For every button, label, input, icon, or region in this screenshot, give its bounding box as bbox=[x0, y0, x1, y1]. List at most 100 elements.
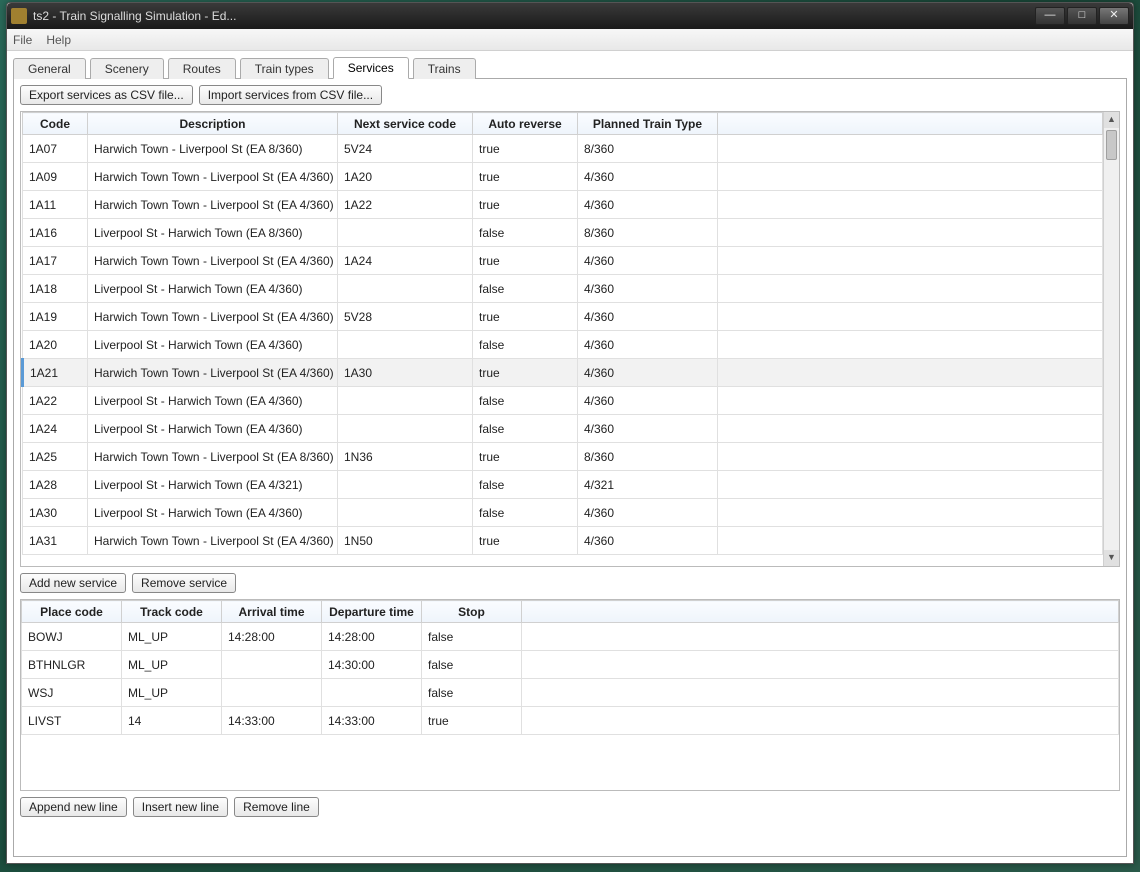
scroll-up-icon[interactable]: ▲ bbox=[1104, 112, 1119, 128]
cell-code[interactable]: 1A20 bbox=[23, 331, 88, 359]
cell-desc[interactable]: Liverpool St - Harwich Town (EA 4/321) bbox=[88, 471, 338, 499]
import-csv-button[interactable]: Import services from CSV file... bbox=[199, 85, 382, 105]
cell-auto[interactable]: true bbox=[473, 443, 578, 471]
cell-type[interactable]: 4/360 bbox=[578, 163, 718, 191]
table-row[interactable]: LIVST1414:33:0014:33:00true bbox=[22, 707, 1119, 735]
cell-stop[interactable]: true bbox=[422, 707, 522, 735]
cell-desc[interactable]: Harwich Town - Liverpool St (EA 8/360) bbox=[88, 135, 338, 163]
col-track-code[interactable]: Track code bbox=[122, 601, 222, 623]
cell-next[interactable]: 5V24 bbox=[338, 135, 473, 163]
cell-code[interactable]: 1A17 bbox=[23, 247, 88, 275]
cell-code[interactable]: 1A11 bbox=[23, 191, 88, 219]
cell-auto[interactable]: true bbox=[473, 303, 578, 331]
cell-auto[interactable]: true bbox=[473, 359, 578, 387]
cell-track[interactable]: ML_UP bbox=[122, 679, 222, 707]
cell-dep[interactable]: 14:30:00 bbox=[322, 651, 422, 679]
cell-desc[interactable]: Liverpool St - Harwich Town (EA 8/360) bbox=[88, 219, 338, 247]
menu-file[interactable]: File bbox=[13, 33, 32, 47]
cell-next[interactable]: 1A22 bbox=[338, 191, 473, 219]
cell-type[interactable]: 4/360 bbox=[578, 303, 718, 331]
col-auto-reverse[interactable]: Auto reverse bbox=[473, 113, 578, 135]
cell-stop[interactable]: false bbox=[422, 679, 522, 707]
table-row[interactable]: 1A24Liverpool St - Harwich Town (EA 4/36… bbox=[23, 415, 1103, 443]
cell-arr[interactable] bbox=[222, 651, 322, 679]
cell-next[interactable]: 1A20 bbox=[338, 163, 473, 191]
cell-code[interactable]: 1A22 bbox=[23, 387, 88, 415]
col-code[interactable]: Code bbox=[23, 113, 88, 135]
cell-place[interactable]: BTHNLGR bbox=[22, 651, 122, 679]
cell-code[interactable]: 1A19 bbox=[23, 303, 88, 331]
cell-code[interactable]: 1A30 bbox=[23, 499, 88, 527]
cell-next[interactable]: 1N36 bbox=[338, 443, 473, 471]
tab-train-types[interactable]: Train types bbox=[240, 58, 329, 79]
tab-routes[interactable]: Routes bbox=[168, 58, 236, 79]
cell-auto[interactable]: true bbox=[473, 163, 578, 191]
cell-desc[interactable]: Harwich Town Town - Liverpool St (EA 8/3… bbox=[88, 443, 338, 471]
add-service-button[interactable]: Add new service bbox=[20, 573, 126, 593]
table-row[interactable]: BTHNLGRML_UP14:30:00false bbox=[22, 651, 1119, 679]
cell-next[interactable] bbox=[338, 415, 473, 443]
cell-desc[interactable]: Liverpool St - Harwich Town (EA 4/360) bbox=[88, 275, 338, 303]
cell-desc[interactable]: Liverpool St - Harwich Town (EA 4/360) bbox=[88, 387, 338, 415]
cell-next[interactable] bbox=[338, 471, 473, 499]
cell-desc[interactable]: Harwich Town Town - Liverpool St (EA 4/3… bbox=[88, 359, 338, 387]
table-row[interactable]: 1A31Harwich Town Town - Liverpool St (EA… bbox=[23, 527, 1103, 555]
cell-type[interactable]: 8/360 bbox=[578, 135, 718, 163]
cell-code[interactable]: 1A31 bbox=[23, 527, 88, 555]
table-row[interactable]: 1A21Harwich Town Town - Liverpool St (EA… bbox=[23, 359, 1103, 387]
cell-auto[interactable]: true bbox=[473, 135, 578, 163]
cell-code[interactable]: 1A09 bbox=[23, 163, 88, 191]
cell-next[interactable]: 1A30 bbox=[338, 359, 473, 387]
cell-auto[interactable]: false bbox=[473, 471, 578, 499]
cell-type[interactable]: 4/360 bbox=[578, 275, 718, 303]
cell-auto[interactable]: false bbox=[473, 415, 578, 443]
cell-desc[interactable]: Liverpool St - Harwich Town (EA 4/360) bbox=[88, 415, 338, 443]
table-row[interactable]: 1A25Harwich Town Town - Liverpool St (EA… bbox=[23, 443, 1103, 471]
cell-code[interactable]: 1A28 bbox=[23, 471, 88, 499]
col-departure-time[interactable]: Departure time bbox=[322, 601, 422, 623]
cell-code[interactable]: 1A07 bbox=[23, 135, 88, 163]
col-arrival-time[interactable]: Arrival time bbox=[222, 601, 322, 623]
cell-track[interactable]: ML_UP bbox=[122, 623, 222, 651]
cell-type[interactable]: 4/360 bbox=[578, 331, 718, 359]
export-csv-button[interactable]: Export services as CSV file... bbox=[20, 85, 193, 105]
col-description[interactable]: Description bbox=[88, 113, 338, 135]
scroll-down-icon[interactable]: ▼ bbox=[1104, 550, 1119, 566]
cell-next[interactable] bbox=[338, 219, 473, 247]
cell-desc[interactable]: Harwich Town Town - Liverpool St (EA 4/3… bbox=[88, 527, 338, 555]
cell-desc[interactable]: Harwich Town Town - Liverpool St (EA 4/3… bbox=[88, 191, 338, 219]
cell-code[interactable]: 1A18 bbox=[23, 275, 88, 303]
cell-track[interactable]: 14 bbox=[122, 707, 222, 735]
titlebar[interactable]: ts2 - Train Signalling Simulation - Ed..… bbox=[7, 3, 1133, 29]
insert-line-button[interactable]: Insert new line bbox=[133, 797, 228, 817]
table-row[interactable]: 1A09Harwich Town Town - Liverpool St (EA… bbox=[23, 163, 1103, 191]
table-row[interactable]: 1A18Liverpool St - Harwich Town (EA 4/36… bbox=[23, 275, 1103, 303]
cell-type[interactable]: 4/360 bbox=[578, 359, 718, 387]
cell-desc[interactable]: Liverpool St - Harwich Town (EA 4/360) bbox=[88, 331, 338, 359]
cell-type[interactable]: 8/360 bbox=[578, 219, 718, 247]
cell-next[interactable] bbox=[338, 499, 473, 527]
table-row[interactable]: BOWJML_UP14:28:0014:28:00false bbox=[22, 623, 1119, 651]
cell-type[interactable]: 4/360 bbox=[578, 247, 718, 275]
cell-place[interactable]: WSJ bbox=[22, 679, 122, 707]
table-row[interactable]: 1A22Liverpool St - Harwich Town (EA 4/36… bbox=[23, 387, 1103, 415]
append-line-button[interactable]: Append new line bbox=[20, 797, 127, 817]
cell-arr[interactable]: 14:28:00 bbox=[222, 623, 322, 651]
cell-arr[interactable]: 14:33:00 bbox=[222, 707, 322, 735]
cell-next[interactable]: 5V28 bbox=[338, 303, 473, 331]
cell-code[interactable]: 1A16 bbox=[23, 219, 88, 247]
cell-desc[interactable]: Harwich Town Town - Liverpool St (EA 4/3… bbox=[88, 247, 338, 275]
cell-next[interactable]: 1N50 bbox=[338, 527, 473, 555]
cell-desc[interactable]: Harwich Town Town - Liverpool St (EA 4/3… bbox=[88, 303, 338, 331]
cell-code[interactable]: 1A21 bbox=[23, 359, 88, 387]
cell-track[interactable]: ML_UP bbox=[122, 651, 222, 679]
cell-type[interactable]: 4/360 bbox=[578, 499, 718, 527]
cell-stop[interactable]: false bbox=[422, 623, 522, 651]
cell-auto[interactable]: false bbox=[473, 219, 578, 247]
table-row[interactable]: 1A16Liverpool St - Harwich Town (EA 8/36… bbox=[23, 219, 1103, 247]
cell-type[interactable]: 8/360 bbox=[578, 443, 718, 471]
table-row[interactable]: WSJML_UP false bbox=[22, 679, 1119, 707]
cell-dep[interactable] bbox=[322, 679, 422, 707]
cell-desc[interactable]: Harwich Town Town - Liverpool St (EA 4/3… bbox=[88, 163, 338, 191]
col-planned-type[interactable]: Planned Train Type bbox=[578, 113, 718, 135]
